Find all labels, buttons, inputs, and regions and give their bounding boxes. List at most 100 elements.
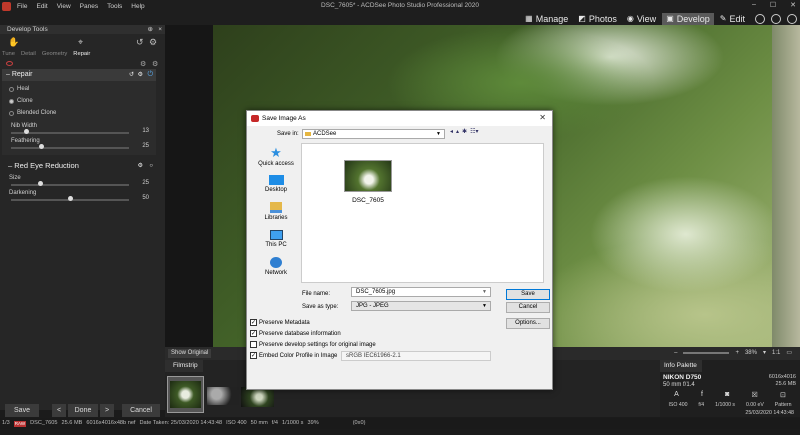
zoom-in-icon[interactable]: + bbox=[735, 350, 739, 356]
color-profile-field[interactable]: sRGB IEC61966-2.1 bbox=[341, 351, 491, 361]
history-icon[interactable]: ↺ bbox=[136, 37, 144, 48]
filmstrip-title: Filmstrip bbox=[165, 360, 203, 372]
save-button[interactable]: Save bbox=[5, 404, 39, 417]
panel-close-icon[interactable]: × bbox=[158, 25, 162, 34]
options-gear-icon[interactable]: ⚙ bbox=[152, 60, 158, 68]
slider-knob[interactable] bbox=[38, 181, 43, 186]
chevron-down-icon: ▼ bbox=[482, 303, 487, 309]
info-palette: Info Palette 6016x4016 25.6 MB NIKON D75… bbox=[660, 360, 800, 417]
place-desktop[interactable]: Desktop bbox=[253, 175, 299, 193]
dialog-close-icon[interactable]: ✕ bbox=[539, 113, 546, 122]
place-libraries[interactable]: Libraries bbox=[253, 202, 299, 221]
desktop-icon bbox=[268, 175, 284, 185]
radio-dot bbox=[9, 110, 14, 116]
menu-view[interactable]: View bbox=[57, 3, 71, 10]
menu-edit[interactable]: Edit bbox=[36, 3, 47, 10]
mode-view[interactable]: ◉ View bbox=[623, 13, 660, 25]
feathering-slider[interactable]: Feathering 25 bbox=[2, 137, 156, 152]
zoom-out-icon[interactable]: – bbox=[674, 350, 677, 356]
close-icon[interactable]: ✕ bbox=[790, 1, 796, 9]
cancel-button[interactable]: Cancel bbox=[122, 404, 160, 417]
mode-manage[interactable]: ▦ Manage bbox=[521, 13, 572, 25]
minimize-icon[interactable]: – bbox=[752, 1, 756, 9]
fit-icon[interactable]: ▭ bbox=[786, 349, 792, 356]
menu-panes[interactable]: Panes bbox=[80, 3, 98, 10]
red-eye-gear-icon[interactable]: ⚙ bbox=[138, 161, 143, 171]
settings-gear-icon[interactable]: ⚙ bbox=[149, 37, 157, 48]
hand-icon[interactable]: ✋ bbox=[8, 37, 19, 48]
repair-body: Heal Clone Blended Clone Nib Width 13 Fe… bbox=[2, 81, 156, 155]
options-button[interactable]: Options... bbox=[506, 318, 550, 329]
embed-profile-checkbox[interactable]: ✓ Embed Color Profile in Image bbox=[250, 352, 337, 359]
menu-file[interactable]: File bbox=[17, 3, 27, 10]
mode-photos[interactable]: ◩ Photos bbox=[574, 13, 621, 25]
red-eye-section-header[interactable]: – Red Eye Reduction ⚙ ○ bbox=[2, 161, 156, 171]
crop-target-icon[interactable]: ⌖ bbox=[78, 37, 83, 48]
tab-tune[interactable]: Tune bbox=[2, 51, 15, 59]
place-quick-access[interactable]: ★ Quick access bbox=[253, 146, 299, 167]
develop-tabs: Tune Detail Geometry Repair bbox=[0, 51, 165, 59]
maximize-icon[interactable]: ☐ bbox=[770, 1, 776, 9]
file-list[interactable]: DSC_7605 bbox=[301, 143, 544, 283]
tab-repair[interactable]: Repair bbox=[73, 51, 90, 59]
mode-develop[interactable]: ▣ Develop bbox=[662, 12, 714, 25]
slider-knob[interactable] bbox=[39, 144, 44, 149]
save-type-select[interactable]: JPG - JPEG ▼ bbox=[351, 301, 491, 311]
red-eye-toggle-icon[interactable] bbox=[6, 61, 13, 66]
menu-help[interactable]: Help bbox=[131, 3, 144, 10]
info-filesize: 25.6 MB bbox=[775, 381, 796, 387]
preserve-database-checkbox[interactable]: ✓ Preserve database information bbox=[250, 330, 341, 337]
mode-edit[interactable]: ✎ Edit bbox=[716, 13, 749, 25]
power-icon[interactable]: ⏻ bbox=[147, 69, 153, 81]
save-in-dropdown[interactable]: ACDSee ▼ bbox=[302, 129, 445, 139]
prev-button[interactable]: < bbox=[52, 404, 66, 417]
chevron-down-icon[interactable]: ▼ bbox=[482, 288, 487, 296]
repair-gear-icon[interactable]: ⚙ bbox=[138, 69, 143, 81]
tab-geometry[interactable]: Geometry bbox=[42, 51, 67, 59]
new-folder-icon[interactable]: ✱ bbox=[462, 128, 467, 135]
reset-gear-icon[interactable]: ⚙ bbox=[140, 60, 146, 68]
dashboard-icon[interactable] bbox=[771, 13, 781, 24]
filmstrip-thumb-selected[interactable] bbox=[167, 376, 204, 413]
account-icon[interactable] bbox=[787, 13, 797, 24]
up-folder-icon[interactable]: ▴ bbox=[456, 128, 459, 135]
mode-365-icon[interactable] bbox=[755, 13, 765, 24]
menu-tools[interactable]: Tools bbox=[107, 3, 122, 10]
zoom-slider[interactable] bbox=[683, 351, 730, 354]
file-thumbnail[interactable] bbox=[344, 160, 392, 192]
power-icon[interactable]: ○ bbox=[149, 161, 153, 171]
done-button[interactable]: Done bbox=[68, 404, 98, 417]
darkening-slider[interactable]: Darkening 50 bbox=[0, 189, 165, 204]
tab-detail[interactable]: Detail bbox=[21, 51, 36, 59]
nib-width-slider[interactable]: Nib Width 13 bbox=[2, 122, 156, 137]
size-slider[interactable]: Size 25 bbox=[0, 174, 165, 189]
actual-size-button[interactable]: 1:1 bbox=[772, 350, 780, 356]
develop-tools-panel: Develop Tools ⊕ × ✋ ⌖ ↺ ⚙ Tune Detail Ge… bbox=[0, 25, 165, 417]
slider-knob[interactable] bbox=[68, 196, 73, 201]
back-icon[interactable]: ◂ bbox=[450, 128, 453, 135]
dialog-save-button[interactable]: Save bbox=[506, 289, 550, 300]
radio-heal[interactable]: Heal bbox=[2, 83, 156, 95]
file-name-label[interactable]: DSC_7605 bbox=[344, 197, 392, 204]
place-this-pc[interactable]: This PC bbox=[253, 230, 299, 248]
radio-clone[interactable]: Clone bbox=[2, 95, 156, 107]
nav-toolbar: ◂ ▴ ✱ ☷▾ bbox=[450, 128, 478, 135]
view-menu-icon[interactable]: ☷▾ bbox=[470, 128, 478, 135]
slider-knob[interactable] bbox=[24, 129, 29, 134]
repair-section-header[interactable]: – Repair ↺ ⚙ ⏻ bbox=[2, 69, 156, 81]
next-button[interactable]: > bbox=[100, 404, 114, 417]
place-network[interactable]: Network bbox=[253, 257, 299, 276]
show-original-button[interactable]: Show Original bbox=[168, 349, 212, 358]
file-name-input[interactable]: DSC_7605.jpg ▼ bbox=[351, 287, 491, 297]
preserve-develop-checkbox[interactable]: Preserve develop settings for original i… bbox=[250, 341, 376, 348]
pin-icon[interactable]: ⊕ bbox=[148, 25, 153, 34]
dialog-cancel-button[interactable]: Cancel bbox=[506, 302, 550, 313]
slider-track[interactable] bbox=[11, 147, 129, 149]
radio-blended-clone[interactable]: Blended Clone bbox=[2, 107, 156, 119]
preserve-metadata-checkbox[interactable]: ✓ Preserve Metadata bbox=[250, 319, 310, 326]
slider-track[interactable] bbox=[11, 184, 129, 186]
reset-icon[interactable]: ↺ bbox=[129, 69, 134, 81]
zoom-dropdown-icon[interactable]: ▾ bbox=[763, 349, 766, 356]
filmstrip-thumb[interactable] bbox=[207, 387, 239, 405]
filmstrip-thumb[interactable] bbox=[241, 387, 274, 407]
